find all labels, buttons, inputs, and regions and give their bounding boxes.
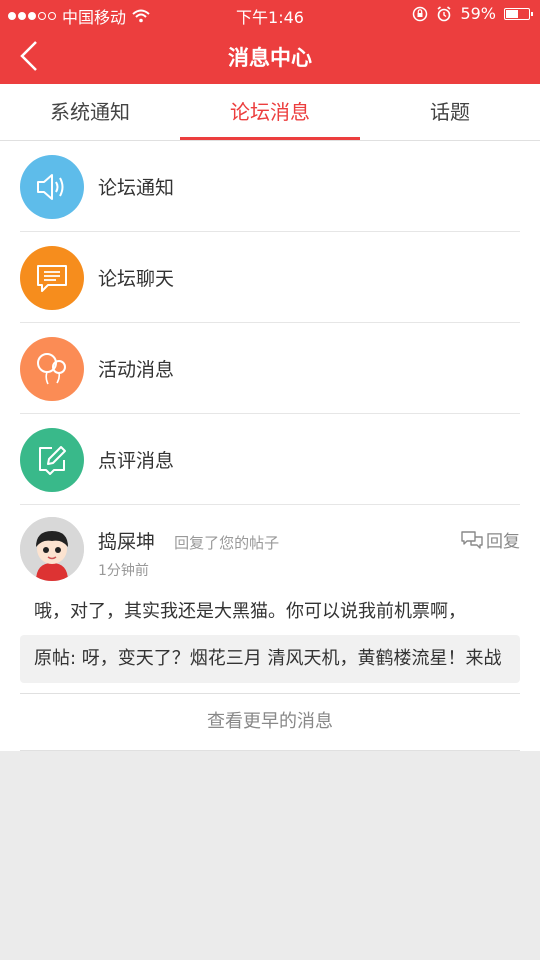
battery-icon xyxy=(504,7,533,20)
sender-name[interactable]: 捣屎坤 xyxy=(98,531,155,553)
page-title: 消息中心 xyxy=(228,46,312,70)
battery-percent: 59% xyxy=(460,4,496,23)
status-bar: 中国移动 下午1:46 59% xyxy=(0,0,540,28)
tab-topics[interactable]: 话题 xyxy=(360,84,540,140)
message-text: 哦，对了，其实我还是大黑猫。你可以说我前机票啊， xyxy=(34,601,466,622)
edit-icon xyxy=(39,445,66,475)
message-meta: 捣屎坤 回复了您的帖子 1分钟前 xyxy=(98,517,279,583)
list-item-activity[interactable]: 活动消息 xyxy=(0,323,540,414)
speaker-icon-circle xyxy=(20,154,84,219)
avatar[interactable] xyxy=(20,517,84,581)
row-label: 论坛通知 xyxy=(98,177,175,199)
reply-button[interactable]: 回复 xyxy=(461,527,520,552)
balloon-icon-circle xyxy=(20,336,84,401)
list-item-forum-notice[interactable]: 论坛通知 xyxy=(0,141,540,232)
status-right: 59% xyxy=(412,4,533,23)
row-label: 论坛聊天 xyxy=(98,268,175,290)
header: 中国移动 下午1:46 59% 消息中心 xyxy=(0,0,540,84)
quoted-post[interactable]: 原帖: 呀，变天了？烟花三月 清风天机，黄鹤楼流星！来战 xyxy=(20,635,520,683)
nav-bar: 消息中心 xyxy=(0,28,540,84)
list-item-review[interactable]: 点评消息 xyxy=(0,414,540,505)
message-header: 捣屎坤 回复了您的帖子 1分钟前 回复 xyxy=(20,517,520,583)
speaker-icon xyxy=(37,173,64,200)
balloon-icon xyxy=(37,352,66,384)
rotation-lock-icon xyxy=(413,6,428,21)
category-list: 论坛通知 论坛聊天 活动消息 点评消息 xyxy=(0,141,540,505)
tab-system-notice[interactable]: 系统通知 xyxy=(0,84,180,140)
reply-label: 回复 xyxy=(486,532,520,552)
alarm-icon xyxy=(437,5,451,21)
row-label: 点评消息 xyxy=(98,450,175,472)
row-label: 活动消息 xyxy=(98,359,175,381)
message-card[interactable]: 捣屎坤 回复了您的帖子 1分钟前 回复 哦，对了，其实我还是大黑猫。你可以说我前… xyxy=(0,505,540,751)
chat-icon xyxy=(37,264,67,292)
message-action: 回复了您的帖子 xyxy=(174,534,280,552)
reply-icon xyxy=(461,530,483,549)
edit-icon-circle xyxy=(20,427,84,492)
view-earlier-button[interactable]: 查看更早的消息 xyxy=(20,693,520,751)
avatar-icon xyxy=(20,517,84,581)
tab-bar: 系统通知 论坛消息 话题 xyxy=(0,84,540,141)
list-item-forum-chat[interactable]: 论坛聊天 xyxy=(0,232,540,323)
tab-forum-messages[interactable]: 论坛消息 xyxy=(180,84,360,140)
message-time: 1分钟前 xyxy=(98,563,149,579)
chat-icon-circle xyxy=(20,245,84,310)
